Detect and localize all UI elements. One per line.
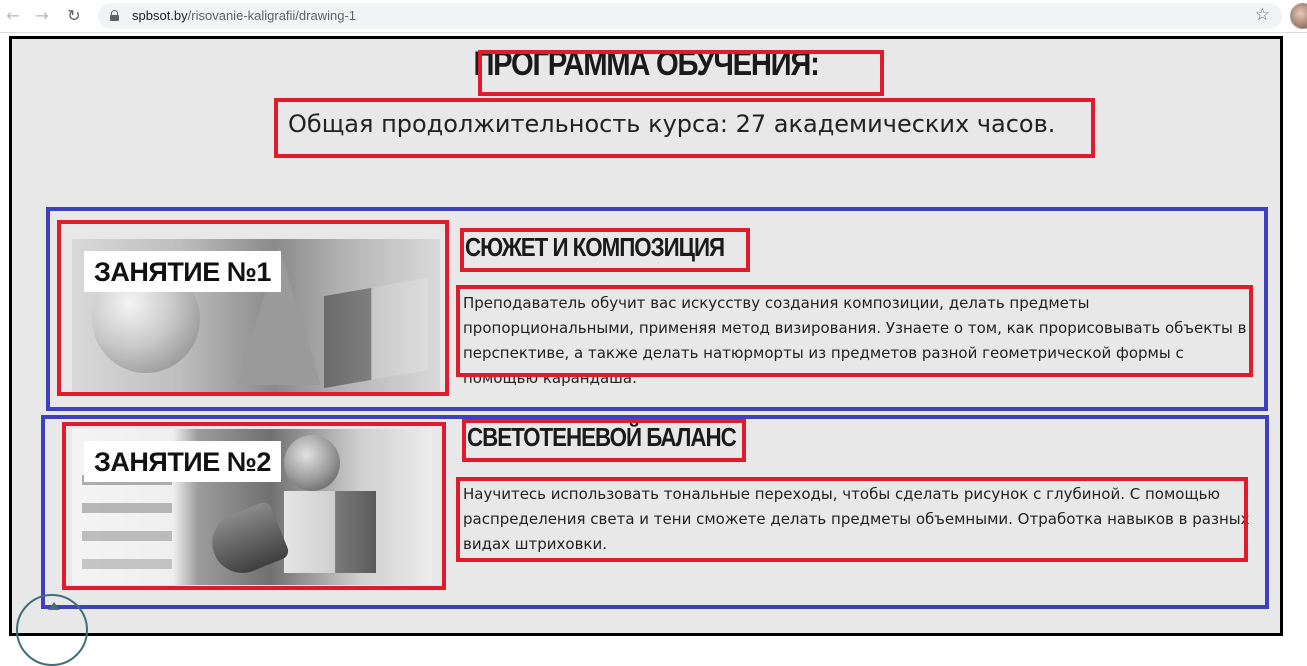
avatar[interactable]	[1290, 3, 1307, 29]
annotation-box-lesson-1-text	[456, 285, 1253, 377]
address-bar[interactable]: spbsot.by/risovanie-kaligrafii/drawing-1…	[98, 3, 1282, 29]
page-content: ПРОГРАММА ОБУЧЕНИЯ: Общая продолжительно…	[9, 36, 1283, 666]
url-host: spbsot.by	[132, 8, 188, 23]
annotation-box-lesson-2-title	[462, 419, 746, 462]
annotation-box-lesson-1-image	[57, 220, 449, 396]
scroll-top-button[interactable]	[16, 594, 88, 666]
forward-arrow-icon[interactable]: →	[31, 5, 53, 27]
arrow-up-icon	[48, 602, 60, 610]
lock-icon	[110, 10, 119, 21]
back-arrow-icon[interactable]: ←	[2, 5, 24, 27]
annotation-box-title	[478, 50, 884, 96]
annotation-box-lesson-1-title	[460, 228, 750, 272]
browser-toolbar: ← → ↻ spbsot.by/risovanie-kaligrafii/dra…	[0, 0, 1307, 33]
reload-icon[interactable]: ↻	[63, 5, 85, 27]
star-icon[interactable]: ☆	[1255, 5, 1270, 25]
url-path: /risovanie-kaligrafii/drawing-1	[187, 8, 357, 23]
annotation-box-lesson-2-image	[62, 422, 446, 590]
annotation-box-lesson-2-text	[456, 477, 1248, 562]
url-text: spbsot.by/risovanie-kaligrafii/drawing-1	[132, 8, 356, 23]
annotation-box-duration	[274, 98, 1095, 158]
